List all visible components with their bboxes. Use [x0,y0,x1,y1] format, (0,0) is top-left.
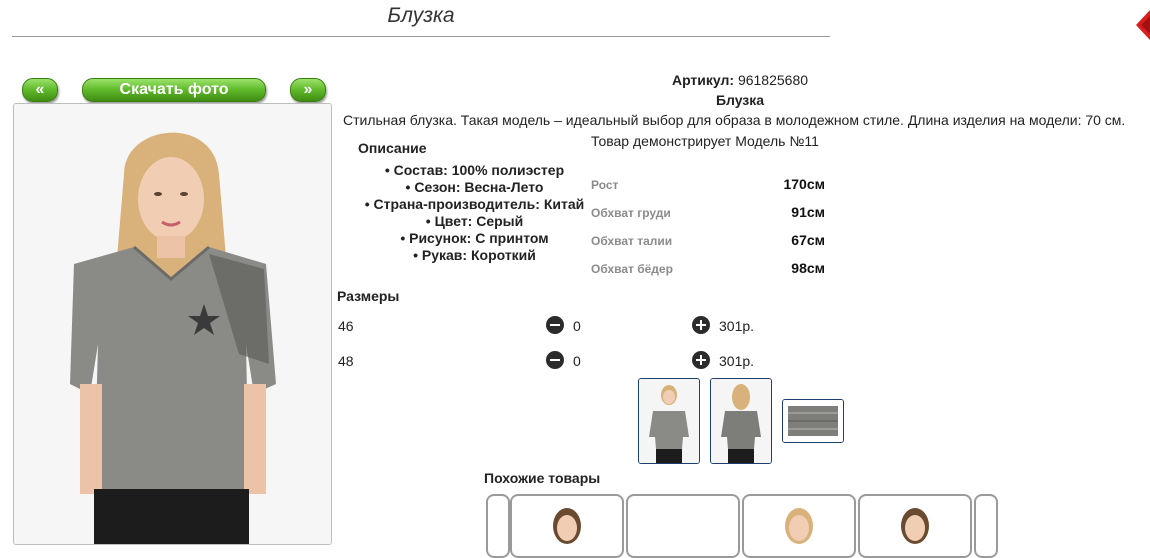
price-value: 301р. [719,318,755,334]
size-label: 46 [338,318,354,334]
similar-products-title: Похожие товары [484,470,601,486]
sku-value: 961825680 [737,72,809,88]
model-note: Товар демонстрирует Модель №11 [591,133,819,149]
increase-quantity-icon[interactable] [692,316,710,334]
quantity-value: 0 [573,353,581,369]
similar-product-card[interactable] [742,494,856,558]
feature-item: Состав: 100% полиэстер [352,162,597,179]
product-description: Стильная блузка. Такая модель – идеальны… [343,112,1126,128]
measurement-value: 98см [791,260,825,276]
feature-item: Цвет: Серый [352,213,597,230]
measurement-row: Обхват бёдер 98см [591,260,831,278]
prev-photo-button[interactable]: « [22,78,58,102]
feature-item: Страна-производитель: Китай [352,196,597,213]
title-divider [12,36,830,37]
similar-product-card[interactable] [626,494,740,558]
similar-prev-card[interactable] [486,494,510,558]
feature-item: Сезон: Весна-Лето [352,179,597,196]
measurement-row: Рост 170см [591,176,831,194]
quantity-value: 0 [573,318,581,334]
feature-list: Состав: 100% полиэстер Сезон: Весна-Лето… [352,162,597,264]
sku: Артикул: 961825680 [580,72,900,88]
thumbnail-back[interactable] [710,378,772,464]
measurement-label: Рост [591,178,619,192]
feature-item: Рисунок: С принтом [352,230,597,247]
similar-next-card[interactable] [974,494,998,558]
page-title: Блузка [387,4,455,27]
decrease-quantity-icon[interactable] [546,351,564,369]
product-name: Блузка [715,92,765,108]
price-value: 301р. [719,353,755,369]
next-photo-button[interactable]: » [290,78,326,102]
increase-quantity-icon[interactable] [692,351,710,369]
sku-label: Артикул: [671,72,735,88]
measurement-label: Обхват талии [591,234,673,248]
measurement-value: 170см [783,176,825,192]
sizes-title: Размеры [337,288,400,304]
measurement-label: Обхват груди [591,206,671,220]
measurement-row: Обхват талии 67см [591,232,831,250]
measurement-value: 91см [791,204,825,220]
size-row: 48 0 301р. [338,351,758,371]
measurement-row: Обхват груди 91см [591,204,831,222]
similar-product-card[interactable] [510,494,624,558]
thumbnail-front[interactable] [638,378,700,464]
decrease-quantity-icon[interactable] [546,316,564,334]
thumbnail-fabric[interactable] [782,399,844,443]
feature-item: Рукав: Короткий [352,247,597,264]
measurement-label: Обхват бёдер [591,262,673,276]
close-icon[interactable] [1136,10,1150,40]
measurement-value: 67см [791,232,825,248]
description-title: Описание [358,140,427,156]
download-photo-button[interactable]: Скачать фото [82,78,266,102]
main-product-photo[interactable] [13,103,332,545]
size-row: 46 0 301р. [338,316,758,336]
similar-product-card[interactable] [858,494,972,558]
size-label: 48 [338,353,354,369]
